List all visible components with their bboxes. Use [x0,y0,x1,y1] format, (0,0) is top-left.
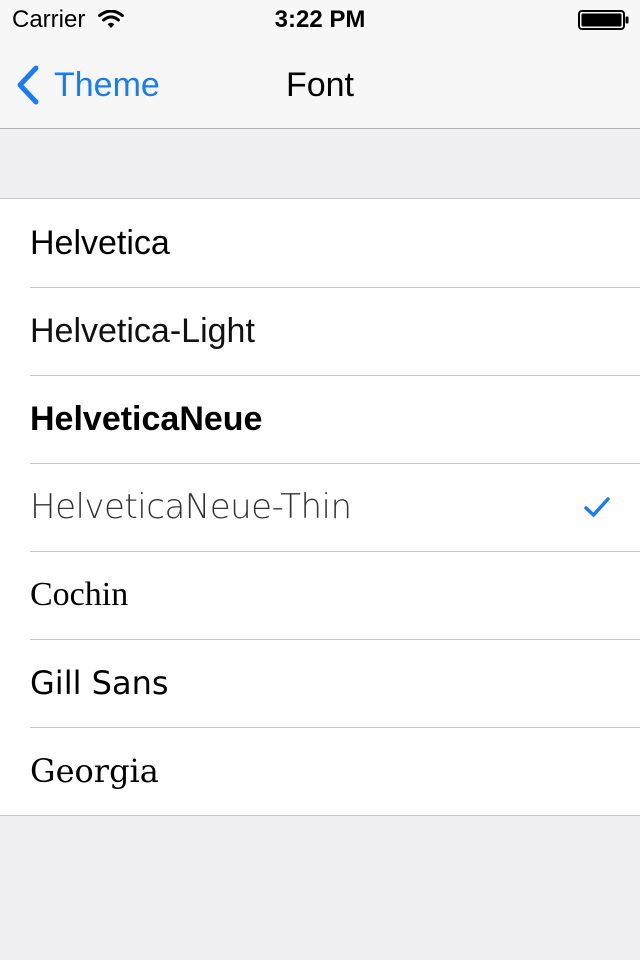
font-option-label: Georgia [30,752,159,790]
battery-icon [578,10,629,30]
font-option-label: HelveticaNeue [30,400,263,438]
navigation-bar: Theme Font [0,40,640,129]
font-option-gill-sans[interactable]: Gill Sans [0,639,640,727]
checkmark-icon [584,497,610,517]
page-title: Font [285,66,355,104]
font-option-helvetica[interactable]: Helvetica [0,199,640,287]
status-time: 3:22 PM [274,6,366,33]
font-option-label: Helvetica-Light [30,312,255,350]
font-option-label: Gill Sans [30,664,169,702]
status-bar: Carrier 3:22 PM [0,0,640,40]
font-option-helvetica-neue[interactable]: HelveticaNeue [0,375,640,463]
font-option-helvetica-light[interactable]: Helvetica-Light [0,287,640,375]
font-option-georgia[interactable]: Georgia [0,727,640,815]
font-option-label: HelveticaNeue-Thin [30,487,352,527]
font-option-label: Helvetica [30,224,170,262]
font-option-helvetica-neue-thin[interactable]: HelveticaNeue-Thin [0,463,640,551]
font-list: Helvetica Helvetica-Light HelveticaNeue … [0,198,640,816]
font-option-cochin[interactable]: Cochin [0,551,640,639]
font-option-label: Cochin [30,576,129,613]
